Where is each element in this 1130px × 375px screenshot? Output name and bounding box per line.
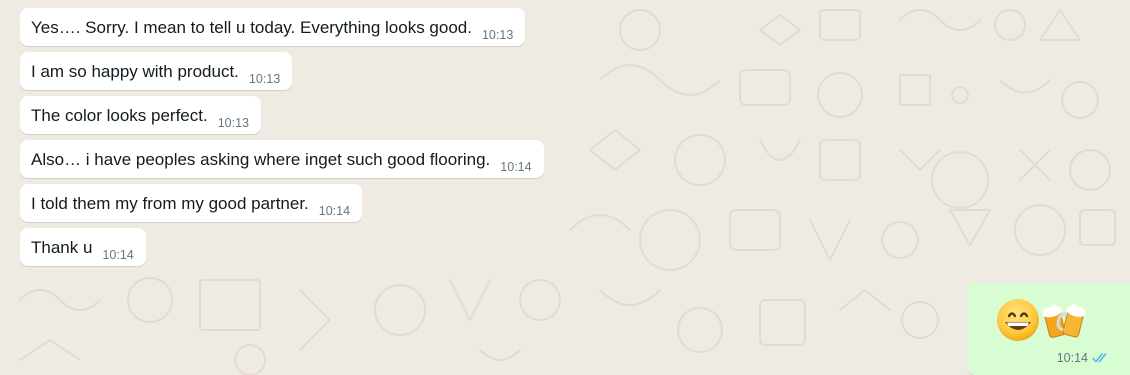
incoming-message[interactable]: I am so happy with product. 10:13 bbox=[20, 52, 293, 90]
message-text: I am so happy with product. bbox=[31, 62, 239, 81]
message-time: 10:13 bbox=[481, 28, 514, 42]
message-text: Also… i have peoples asking where inget … bbox=[31, 150, 491, 169]
incoming-message[interactable]: I told them my from my good partner. 10:… bbox=[20, 184, 363, 222]
message-text: The color looks perfect. bbox=[31, 106, 208, 125]
clinking-beer-mugs-emoji-icon bbox=[1043, 304, 1086, 338]
message-text: Yes…. Sorry. I mean to tell u today. Eve… bbox=[31, 18, 472, 37]
incoming-message[interactable]: Also… i have peoples asking where inget … bbox=[20, 140, 544, 178]
emoji-content bbox=[995, 297, 1087, 343]
message-time: 10:14 bbox=[102, 248, 134, 262]
read-double-check-icon bbox=[1092, 353, 1107, 363]
message-time: 10:14 bbox=[318, 204, 351, 218]
message-time: 10:14 bbox=[1056, 351, 1088, 365]
message-time: 10:13 bbox=[248, 72, 281, 86]
message-meta: 10:14 bbox=[1057, 351, 1110, 365]
message-time: 10:14 bbox=[500, 160, 532, 174]
message-time: 10:13 bbox=[217, 116, 249, 130]
outgoing-message[interactable]: 10:14 bbox=[967, 283, 1130, 375]
incoming-message[interactable]: Yes…. Sorry. I mean to tell u today. Eve… bbox=[20, 8, 526, 46]
incoming-message[interactable]: Thank u 10:14 bbox=[20, 228, 146, 266]
message-text: I told them my from my good partner. bbox=[31, 194, 309, 213]
message-text: Thank u bbox=[31, 238, 93, 257]
chat-message-area[interactable]: Yes…. Sorry. I mean to tell u today. Eve… bbox=[0, 0, 1130, 375]
incoming-message[interactable]: The color looks perfect. 10:13 bbox=[20, 96, 261, 134]
grinning-face-emoji-icon bbox=[997, 299, 1039, 341]
